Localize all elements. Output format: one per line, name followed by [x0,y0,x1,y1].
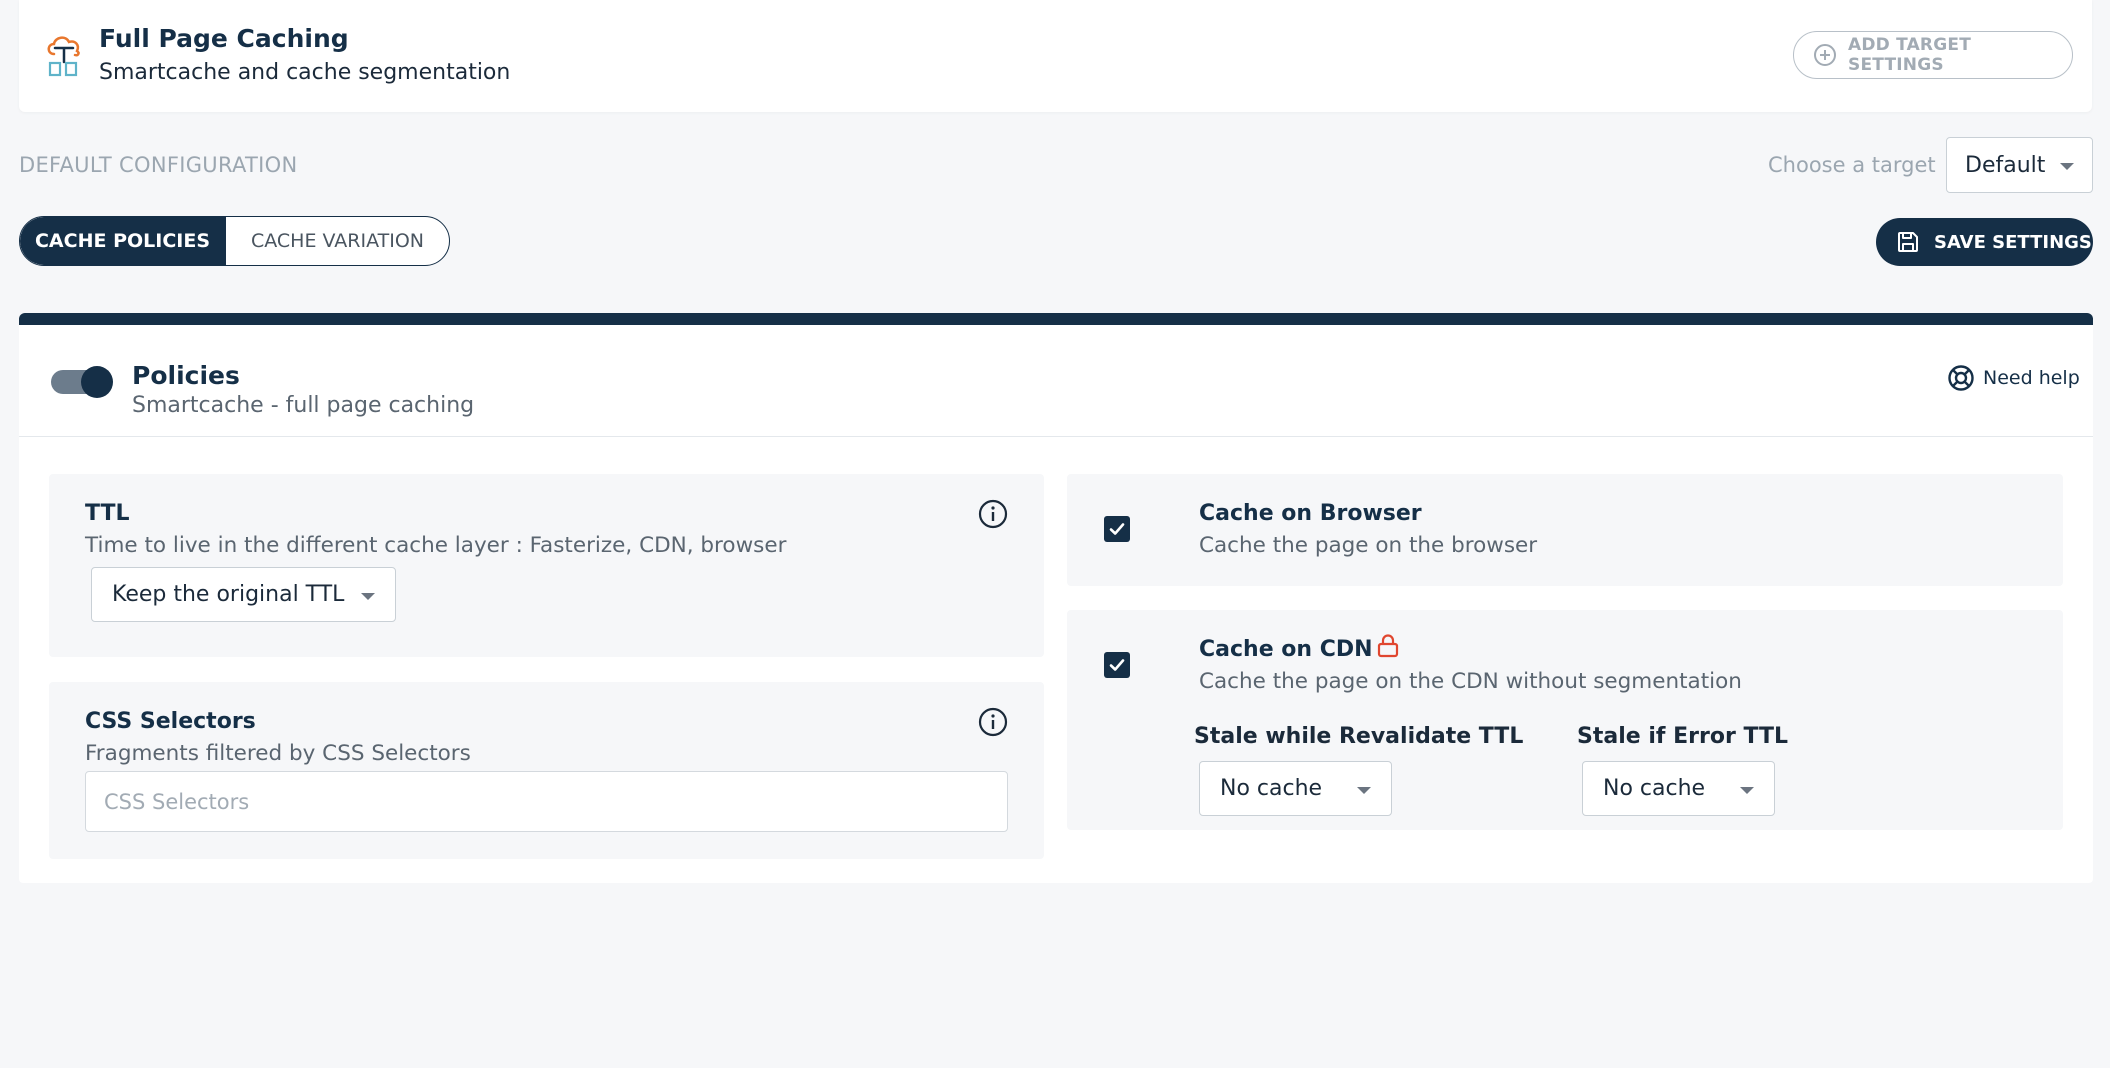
save-icon [1898,232,1918,252]
css-selectors-description: Fragments filtered by CSS Selectors [85,741,471,766]
chevron-down-icon [1740,787,1754,794]
css-selectors-input[interactable] [85,771,1008,832]
target-select-value: Default [1965,152,2046,178]
app-logo-icon [47,36,80,77]
page-subtitle: Smartcache and cache segmentation [99,60,511,85]
plus-circle-icon [1814,44,1836,66]
cache-cdn-title: Cache on CDN [1199,637,1373,662]
section-title: DEFAULT CONFIGURATION [19,153,298,177]
stale-if-error-value: No cache [1603,776,1706,801]
tab-cache-policies[interactable]: CACHE POLICIES [20,217,225,265]
need-help-link[interactable]: Need help [1947,364,2080,392]
stale-while-revalidate-select[interactable]: No cache [1199,761,1392,816]
page-title: Full Page Caching [99,24,349,53]
target-select[interactable]: Default [1946,137,2093,193]
cache-cdn-panel: Cache on CDN Cache the page on the CDN w… [1067,610,2063,830]
chevron-down-icon [361,593,375,600]
toggle-knob [81,366,113,398]
add-target-settings-button[interactable]: ADD TARGET SETTINGS [1793,31,2073,79]
ttl-select-value: Keep the original TTL [112,582,345,607]
add-target-settings-label: ADD TARGET SETTINGS [1848,35,1971,75]
ttl-panel: TTL Time to live in the different cache … [49,474,1044,657]
info-icon[interactable] [978,707,1008,737]
save-settings-label: SAVE SETTINGS [1934,231,2092,253]
css-selectors-panel: CSS Selectors Fragments filtered by CSS … [49,682,1044,859]
tab-group: CACHE POLICIES CACHE VARIATION [19,216,450,266]
chevron-down-icon [1357,787,1371,794]
lock-icon [1377,634,1399,658]
cache-browser-panel: Cache on Browser Cache the page on the b… [1067,474,2063,586]
cache-cdn-checkbox[interactable] [1104,652,1130,678]
policies-toggle[interactable] [51,366,113,398]
info-icon[interactable] [978,499,1008,529]
policies-title: Policies [132,361,240,390]
policies-subtitle: Smartcache - full page caching [132,393,475,418]
stale-while-revalidate-label: Stale while Revalidate TTL [1194,724,1524,749]
ttl-select[interactable]: Keep the original TTL [91,567,396,622]
stale-if-error-label: Stale if Error TTL [1577,724,1788,749]
ttl-description: Time to live in the different cache laye… [85,533,787,558]
tab-cache-variation[interactable]: CACHE VARIATION [225,217,449,265]
cache-browser-title: Cache on Browser [1199,501,1422,526]
cache-browser-description: Cache the page on the browser [1199,533,1538,558]
header-card: Full Page Caching Smartcache and cache s… [19,0,2092,112]
stale-if-error-select[interactable]: No cache [1582,761,1775,816]
stale-while-revalidate-value: No cache [1220,776,1323,801]
chevron-down-icon [2060,163,2074,170]
lifebuoy-icon [1948,365,1974,391]
cache-browser-checkbox[interactable] [1104,516,1130,542]
checkmark-icon [1109,523,1125,535]
checkmark-icon [1109,659,1125,671]
need-help-label: Need help [1983,367,2080,389]
choose-target-label: Choose a target [1768,153,1936,177]
ttl-title: TTL [85,501,130,526]
save-settings-button[interactable]: SAVE SETTINGS [1876,218,2093,266]
cache-cdn-description: Cache the page on the CDN without segmen… [1199,669,1742,694]
divider [19,436,2093,437]
css-selectors-title: CSS Selectors [85,709,256,734]
policies-card: Policies Smartcache - full page caching … [19,313,2093,883]
